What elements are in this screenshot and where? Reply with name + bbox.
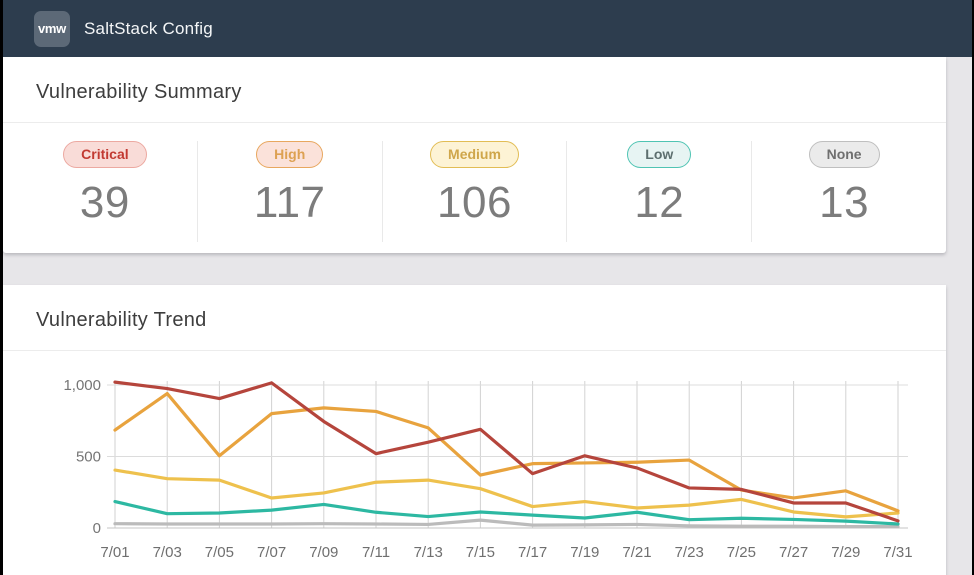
stat-critical: Critical 39 bbox=[13, 141, 197, 242]
svg-text:7/07: 7/07 bbox=[257, 544, 286, 561]
trend-card-title: Vulnerability Trend bbox=[36, 309, 207, 331]
svg-text:7/05: 7/05 bbox=[205, 544, 234, 561]
card-gap bbox=[3, 253, 972, 285]
svg-text:7/11: 7/11 bbox=[362, 544, 390, 561]
svg-text:500: 500 bbox=[76, 449, 101, 466]
app-title: SaltStack Config bbox=[84, 18, 213, 38]
critical-badge[interactable]: Critical bbox=[63, 141, 147, 168]
vulnerability-trend-chart[interactable]: 7/01 7/03 7/05 7/07 7/09 7/11 7/13 7/15 7/17 7/19… bbox=[3, 365, 943, 575]
svg-text:0: 0 bbox=[93, 520, 101, 537]
svg-text:7/09: 7/09 bbox=[309, 544, 338, 561]
svg-text:7/19: 7/19 bbox=[570, 544, 599, 561]
svg-text:7/03: 7/03 bbox=[153, 544, 182, 561]
stat-high: High 117 bbox=[196, 141, 382, 242]
summary-card-title: Vulnerability Summary bbox=[36, 81, 242, 103]
svg-text:7/27: 7/27 bbox=[779, 544, 808, 561]
divider bbox=[3, 350, 946, 351]
app-header: vmw SaltStack Config bbox=[3, 0, 972, 57]
none-badge[interactable]: None bbox=[808, 141, 880, 168]
low-badge[interactable]: Low bbox=[627, 141, 692, 168]
svg-text:7/13: 7/13 bbox=[414, 544, 443, 561]
app-window: vmw SaltStack Config Vulnerability Summa… bbox=[3, 0, 972, 575]
svg-text:1,000: 1,000 bbox=[63, 377, 101, 394]
svg-text:7/17: 7/17 bbox=[518, 544, 547, 561]
svg-text:7/29: 7/29 bbox=[831, 544, 860, 561]
svg-text:7/31: 7/31 bbox=[883, 544, 912, 561]
medium-badge[interactable]: Medium bbox=[430, 141, 519, 168]
high-count: 117 bbox=[253, 178, 326, 227]
none-count: 13 bbox=[819, 178, 870, 227]
vmware-logo[interactable]: vmw bbox=[34, 10, 70, 47]
stat-low: Low 12 bbox=[566, 141, 751, 242]
svg-text:7/01: 7/01 bbox=[100, 544, 129, 561]
svg-text:7/15: 7/15 bbox=[466, 544, 495, 561]
critical-count: 39 bbox=[79, 178, 130, 227]
vulnerability-trend-card: Vulnerability Trend 7/01 7/03 7/05 7/07 7/09… bbox=[3, 285, 946, 575]
vulnerability-summary-card: Vulnerability Summary Critical 39 High 1… bbox=[3, 57, 946, 253]
stat-none: None 13 bbox=[751, 141, 936, 242]
high-badge[interactable]: High bbox=[256, 141, 324, 168]
stat-medium: Medium 106 bbox=[381, 141, 567, 242]
summary-stats-row: Critical 39 High 117 Medium 106 Low 12 N… bbox=[3, 123, 946, 242]
low-count: 12 bbox=[634, 178, 685, 227]
svg-text:7/25: 7/25 bbox=[727, 544, 756, 561]
svg-text:7/23: 7/23 bbox=[675, 544, 704, 561]
medium-count: 106 bbox=[437, 178, 512, 227]
svg-text:7/21: 7/21 bbox=[622, 544, 651, 561]
